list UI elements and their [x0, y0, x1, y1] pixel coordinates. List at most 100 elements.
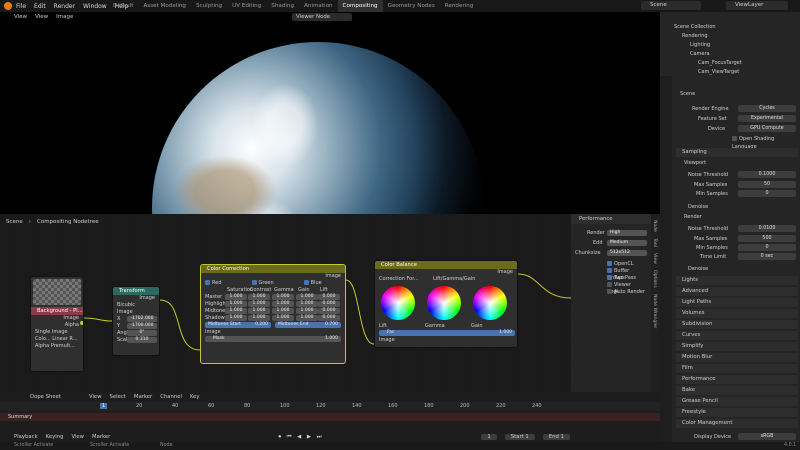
keying-menu[interactable]: Keying [46, 434, 64, 440]
background-image-socket[interactable] [80, 321, 83, 325]
outliner-item[interactable]: Camera [690, 50, 710, 58]
dope-summary-row[interactable]: Summary [0, 413, 660, 421]
render-denoise-panel[interactable]: Denoise [688, 265, 800, 273]
cc-value-field[interactable]: 0.000 [318, 294, 340, 300]
cc-value-field[interactable]: 1.000 [296, 301, 318, 307]
cc-value-field[interactable]: 1.000 [225, 301, 247, 307]
background-node-title[interactable]: Background - Pl... [31, 307, 83, 315]
cb-mode[interactable]: Lift/Gamma/Gain [433, 276, 475, 283]
perf-check-0[interactable]: OpenCL [571, 261, 651, 268]
side-tab-options[interactable]: Options [652, 270, 657, 288]
display-device-dropdown[interactable]: sRGB [738, 433, 796, 440]
osl-row[interactable]: Open Shading Language [674, 135, 800, 150]
properties-tab-strip[interactable] [660, 76, 672, 442]
dope-menu-key[interactable]: Key [190, 394, 200, 400]
tab-animation[interactable]: Animation [299, 0, 338, 12]
panel-advanced[interactable]: Advanced [676, 287, 798, 296]
transform-filter[interactable]: Bicubic [113, 302, 159, 309]
cc-value-field[interactable]: 0.000 [318, 301, 340, 307]
node-editor[interactable]: Scene › Compositing Nodetree Background … [0, 214, 660, 392]
blender-logo-icon[interactable] [4, 2, 12, 10]
cc-value-field[interactable]: 1.000 [225, 294, 247, 300]
outliner-item[interactable]: Lighting [690, 41, 710, 49]
background-image-node[interactable]: Background - Pl... Image Alpha Single Im… [30, 276, 84, 372]
tab-default[interactable]: Default [108, 0, 138, 12]
cc-value-field[interactable]: 1.000 [248, 315, 270, 321]
cc-value-field[interactable]: 1.000 [272, 308, 294, 314]
cc-value-field[interactable]: 1.000 [248, 301, 270, 307]
panel-light-paths[interactable]: Light Paths [676, 298, 798, 307]
cc-value-field[interactable]: 0.000 [318, 315, 340, 321]
menu-window[interactable]: Window [83, 3, 107, 10]
perf-check-2[interactable]: Two Pass [571, 275, 651, 282]
panel-film[interactable]: Film [676, 364, 798, 373]
panel-bake[interactable]: Bake [676, 386, 798, 395]
panel-grease-pencil[interactable]: Grease Pencil [676, 397, 798, 406]
dope-sheet[interactable]: Dope Sheet View Select Marker Channel Ke… [0, 392, 660, 432]
cb-method[interactable]: Correction For... [379, 276, 419, 282]
tab-asset-modeling[interactable]: Asset Modeling [138, 0, 191, 12]
viewer-menu-image[interactable]: Image [56, 14, 73, 20]
panel-curves[interactable]: Curves [676, 331, 798, 340]
panel-freestyle[interactable]: Freestyle [676, 408, 798, 417]
playback-menu[interactable]: Playback [14, 434, 38, 440]
color-balance-node[interactable]: Color Balance Image Correction For... Li… [374, 260, 518, 348]
perf-check-3[interactable]: Viewer Regi... [571, 282, 651, 295]
transform-node-title[interactable]: Transform [113, 287, 159, 295]
cc-value-field[interactable]: 1.000 [248, 294, 270, 300]
outliner-item[interactable]: Cam_ViewTarget [698, 68, 739, 76]
end-frame-field[interactable]: End 1 [542, 434, 570, 440]
menu-file[interactable]: File [16, 3, 26, 10]
perf-check-1[interactable]: Buffer Groups [571, 268, 651, 281]
panel-subdivision[interactable]: Subdivision [676, 320, 798, 329]
viewer-node-selector[interactable]: Viewer Node [292, 13, 352, 21]
cc-mask-field[interactable]: Mask 1.000 [205, 336, 341, 342]
view-layer-selector[interactable]: ViewLayer [726, 1, 788, 10]
perf-edit-dropdown[interactable]: Medium [607, 240, 647, 246]
menu-edit[interactable]: Edit [34, 3, 46, 10]
viewer-menu-view-type[interactable]: View [14, 14, 27, 20]
feature-set-dropdown[interactable]: Experimental [738, 115, 796, 122]
tab-compositing[interactable]: Compositing [337, 0, 383, 12]
tab-geometry-nodes[interactable]: Geometry Nodes [383, 0, 440, 12]
tab-rendering[interactable]: Rendering [440, 0, 479, 12]
device-dropdown[interactable]: GPU Compute [738, 125, 796, 132]
viewport-noise-field[interactable]: 0.1000 [738, 171, 796, 178]
tab-shading[interactable]: Shading [266, 0, 299, 12]
play-view-menu[interactable]: View [71, 434, 84, 440]
transform-angle[interactable]: Angle 0° [113, 330, 159, 337]
viewer-menu-view[interactable]: View [35, 14, 48, 20]
outliner-scene-collection[interactable]: Scene Collection [674, 23, 716, 31]
side-tab-node[interactable]: Node [652, 220, 657, 232]
color-balance-title[interactable]: Color Balance [375, 261, 517, 269]
current-frame-field[interactable]: 1 [481, 434, 497, 440]
gain-color-wheel[interactable] [473, 286, 507, 320]
tab-uv-editing[interactable]: UV Editing [227, 0, 266, 12]
checkbox-icon[interactable] [607, 275, 612, 280]
cc-check-red[interactable]: Red [205, 280, 222, 287]
panel-color-management[interactable]: Color Management [676, 419, 798, 428]
color-correction-title[interactable]: Color Correction [201, 265, 345, 273]
panel-motion-blur[interactable]: Motion Blur [676, 353, 798, 362]
play-marker-menu[interactable]: Marker [92, 434, 110, 440]
cc-midtones-end[interactable]: Midtones End 0.700 [275, 322, 341, 328]
render-subpanel[interactable]: Render [684, 213, 800, 221]
checkbox-icon[interactable] [607, 268, 612, 273]
viewport-min-field[interactable]: 0 [738, 190, 796, 197]
perf-chunk-dropdown[interactable]: 512x512 [607, 250, 647, 256]
time-limit-field[interactable]: 0 sec [738, 253, 796, 260]
viewport-subpanel[interactable]: Viewport [684, 159, 800, 167]
checkbox-icon[interactable] [607, 261, 612, 266]
scene-selector[interactable]: Scene [641, 1, 701, 10]
side-tab-tool[interactable]: Tool [652, 238, 657, 247]
panel-simplify[interactable]: Simplify [676, 342, 798, 351]
outliner-item[interactable]: Cam_FocusTarget [698, 59, 742, 67]
checkbox-icon[interactable] [607, 289, 612, 294]
panel-lights[interactable]: Lights [676, 276, 798, 285]
transport-controls[interactable]: ⏺ ⏮ ◀ ▶ ⏭ [278, 434, 323, 441]
image-viewer[interactable]: View View Image Viewer Node [0, 12, 660, 214]
start-frame-field[interactable]: Start 1 [504, 434, 535, 440]
render-min-field[interactable]: 0 [738, 244, 796, 251]
cc-value-field[interactable]: 1.000 [296, 308, 318, 314]
cc-value-field[interactable]: 1.000 [272, 301, 294, 307]
